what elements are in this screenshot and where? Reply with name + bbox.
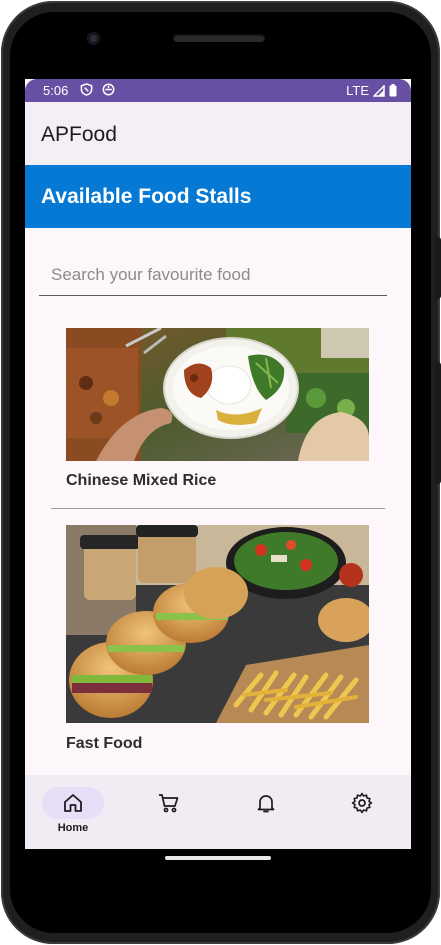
status-time: 5:06 <box>43 83 69 98</box>
home-icon <box>64 794 82 812</box>
search-field[interactable] <box>39 255 391 296</box>
section-title: Available Food Stalls <box>41 185 252 208</box>
status-indicators: LTE <box>346 83 397 98</box>
nav-settings[interactable] <box>314 775 410 849</box>
nav-home[interactable]: Home <box>25 775 121 849</box>
gear-icon <box>351 792 373 814</box>
shield-icon <box>80 83 93 96</box>
network-type: LTE <box>346 83 369 98</box>
app-title: APFood <box>41 123 117 146</box>
section-banner: Available Food Stalls <box>25 165 411 228</box>
card-divider <box>51 508 385 509</box>
battery-icon <box>389 84 397 97</box>
mixed-rice-image <box>66 328 369 461</box>
app-screen: 5:06 LTE APFood Available Food Stalls Se… <box>25 79 411 849</box>
bottom-navigation: Home <box>25 775 411 849</box>
app-notification-icon <box>102 83 115 96</box>
fast-food-image <box>66 525 369 723</box>
top-app-bar: APFood <box>25 102 411 165</box>
nav-notifications-container <box>235 787 297 819</box>
phone-frame: 5:06 LTE APFood Available Food Stalls Se… <box>0 0 441 945</box>
stall-card-image[interactable] <box>66 328 369 461</box>
nav-notifications[interactable] <box>218 775 314 849</box>
signal-icon <box>373 84 385 97</box>
volume-button <box>435 237 441 299</box>
nav-home-label: Home <box>57 822 89 834</box>
search-input[interactable] <box>39 255 391 285</box>
nav-cart[interactable] <box>121 775 217 849</box>
bell-icon <box>257 795 275 813</box>
nav-active-indicator <box>42 787 104 819</box>
nav-settings-container <box>331 787 393 819</box>
nav-cart-container <box>138 787 200 819</box>
stall-name[interactable]: Fast Food <box>66 735 142 753</box>
earpiece-speaker <box>173 34 265 42</box>
front-camera <box>87 32 100 45</box>
stall-name[interactable]: Chinese Mixed Rice <box>66 472 216 490</box>
status-bar: 5:06 LTE <box>25 79 411 102</box>
home-indicator[interactable] <box>165 856 271 860</box>
power-button <box>435 362 441 484</box>
stall-card-image[interactable] <box>66 525 369 723</box>
cart-icon <box>159 794 179 813</box>
